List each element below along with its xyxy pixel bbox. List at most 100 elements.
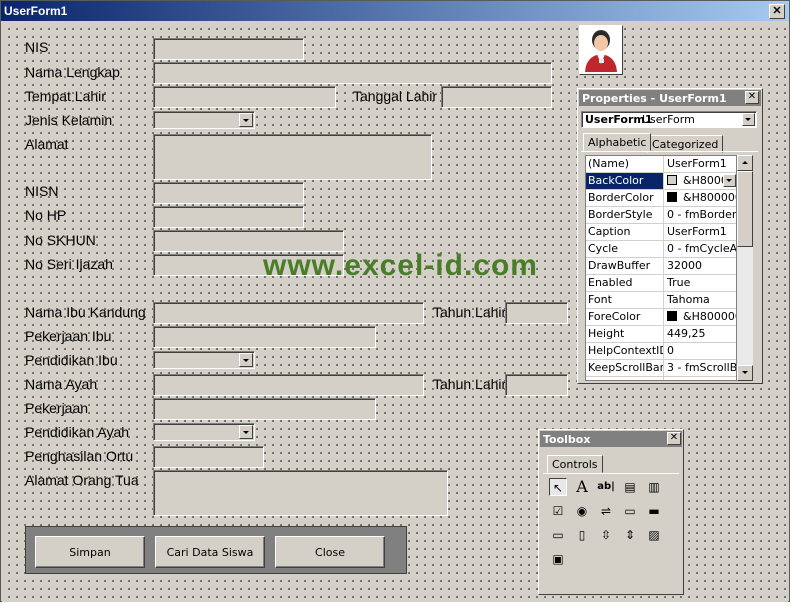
scrollbar-icon[interactable]: ⇳ [597, 526, 615, 544]
property-value[interactable]: UserForm1 [666, 224, 736, 240]
property-value[interactable]: 32000 [666, 258, 736, 274]
tab-controls[interactable]: Controls [547, 455, 603, 473]
property-value[interactable]: UserForm1 [666, 156, 736, 172]
listbox-icon[interactable]: ▥ [645, 478, 663, 496]
property-row[interactable]: HelpContextID 0 [586, 343, 736, 360]
property-row[interactable]: Height 449,25 [586, 326, 736, 343]
label-nama-ibu-kandung: Nama Ibu Kandung [25, 304, 146, 320]
property-row[interactable]: Font Tahoma [586, 292, 736, 309]
scroll-thumb[interactable] [737, 171, 753, 247]
jenis-kelamin-combo[interactable] [153, 111, 255, 129]
property-name: BackColor [586, 173, 664, 189]
property-row[interactable]: ForeColor &H800000 [586, 309, 736, 326]
nama-lengkap-field[interactable] [153, 62, 552, 84]
window-close-button[interactable]: ✕ [769, 4, 785, 19]
property-value[interactable]: &H800000 [666, 309, 736, 325]
property-row[interactable]: Enabled True [586, 275, 736, 292]
pendidikan-ibu-dropdown-button[interactable] [239, 353, 253, 367]
window-title: UserForm1 [4, 4, 68, 18]
property-row[interactable]: Caption UserForm1 [586, 224, 736, 241]
property-value-dropdown[interactable] [723, 174, 736, 187]
combobox-icon[interactable]: ▤ [621, 478, 639, 496]
togglebutton-icon[interactable]: ⇌ [597, 502, 615, 520]
label-nama-ayah: Nama Ayah [25, 376, 98, 392]
property-value[interactable]: 0 - fmBorderSt [666, 207, 736, 223]
property-row[interactable]: DrawBuffer 32000 [586, 258, 736, 275]
properties-close-button[interactable]: ✕ [745, 91, 759, 104]
property-value[interactable]: 0 [666, 343, 736, 359]
tempat-lahir-field[interactable] [153, 86, 336, 108]
property-row[interactable]: KeepScrollBarsVi3 - fmScrollBar [586, 360, 736, 377]
chevron-down-icon [243, 431, 249, 434]
property-row[interactable]: Left0 [586, 377, 736, 380]
alamat-field[interactable] [153, 134, 432, 180]
toolbox-titlebar: Toolbox ✕ [540, 431, 682, 447]
property-value[interactable]: 449,25 [666, 326, 736, 342]
property-row[interactable]: BackColor &H8000 [586, 173, 736, 190]
tabstrip-icon[interactable]: ▭ [549, 526, 567, 544]
color-swatch [667, 311, 677, 321]
optionbutton-icon[interactable]: ◉ [573, 502, 591, 520]
nama-ibu-kandung-field[interactable] [153, 302, 424, 324]
penghasilan-ortu-field[interactable] [153, 446, 264, 468]
scroll-up-button[interactable] [737, 155, 753, 171]
label-pekerjaan: Pekerjaan [25, 400, 89, 416]
property-name: ForeColor [586, 309, 664, 325]
spinbutton-icon[interactable]: ⇕ [621, 526, 639, 544]
toolbox-close-button[interactable]: ✕ [667, 432, 681, 445]
property-value[interactable]: True [666, 275, 736, 291]
pendidikan-ibu-combo[interactable] [153, 351, 255, 369]
select-objects-icon[interactable]: ↖ [549, 478, 567, 496]
simpan-button[interactable]: Simpan [35, 536, 145, 568]
close-button[interactable]: Close [275, 536, 385, 568]
property-name: HelpContextID [588, 343, 664, 359]
property-row[interactable]: BorderStyle0 - fmBorderSt [586, 207, 736, 224]
checkbox-icon[interactable]: ☑ [549, 502, 567, 520]
label-penghasilan-ortu: Penghasilan Ortu [25, 448, 134, 464]
label-jenis-kelamin: Jenis Kelamin [25, 112, 113, 128]
tahun-lahir-ayah-field[interactable] [505, 374, 568, 396]
no-hp-field[interactable] [153, 206, 304, 228]
property-grid-scrollbar[interactable] [737, 155, 753, 381]
property-row[interactable]: (Name) UserForm1 [586, 156, 736, 173]
tanggal-lahir-field[interactable] [441, 86, 552, 108]
cari-data-siswa-button[interactable]: Cari Data Siswa [155, 536, 265, 568]
property-value[interactable]: 0 [666, 377, 736, 380]
multipage-icon[interactable]: ▯ [573, 526, 591, 544]
property-value[interactable]: 3 - fmScrollBar [666, 360, 736, 376]
alamat-orang-tua-field[interactable] [153, 470, 448, 516]
image-icon[interactable]: ▨ [645, 526, 663, 544]
jenis-kelamin-dropdown-button[interactable] [239, 113, 253, 127]
property-value[interactable]: &H800000 [666, 190, 736, 206]
tab-alphabetic[interactable]: Alphabetic [583, 133, 652, 151]
chevron-down-icon [243, 119, 249, 122]
nama-ayah-field[interactable] [153, 374, 424, 396]
textbox-icon[interactable]: ab| [597, 478, 615, 496]
label-tahun-lahir-ibu: Tahun Lahir [433, 304, 507, 320]
property-name: BorderStyle [586, 207, 664, 223]
label-nis: NIS [25, 39, 49, 55]
pendidikan-ayah-dropdown-button[interactable] [239, 425, 253, 439]
label-nama-lengkap: Nama Lengkap [25, 64, 120, 80]
color-swatch [667, 175, 677, 185]
nis-field[interactable] [153, 38, 304, 60]
scroll-down-button[interactable] [737, 365, 753, 381]
pendidikan-ayah-combo[interactable] [153, 423, 255, 441]
property-row[interactable]: Cycle0 - fmCycleAllF [586, 241, 736, 258]
property-value[interactable]: Tahoma [666, 292, 736, 308]
watermark-text: www.excel-id.com [263, 249, 538, 282]
commandbutton-icon[interactable]: ▬ [645, 502, 663, 520]
property-value[interactable]: 0 - fmCycleAllF [666, 241, 736, 257]
refedit-icon[interactable]: ▣ [549, 550, 567, 568]
frame-icon[interactable]: ▭ [621, 502, 639, 520]
pekerjaan-ibu-field[interactable] [153, 326, 376, 348]
property-row[interactable]: BorderColor &H800000 [586, 190, 736, 207]
photo-image[interactable] [579, 25, 623, 75]
object-selector-combo[interactable]: UserForm1 UserForm [581, 111, 757, 128]
property-grid[interactable]: (Name) UserForm1 BackColor &H8000 BorderColo… [585, 155, 737, 381]
label-icon[interactable]: A [573, 478, 591, 496]
pekerjaan-field[interactable] [153, 398, 376, 420]
nisn-field[interactable] [153, 182, 304, 204]
tahun-lahir-ibu-field[interactable] [505, 302, 568, 324]
object-selector-dropdown[interactable] [742, 113, 755, 126]
